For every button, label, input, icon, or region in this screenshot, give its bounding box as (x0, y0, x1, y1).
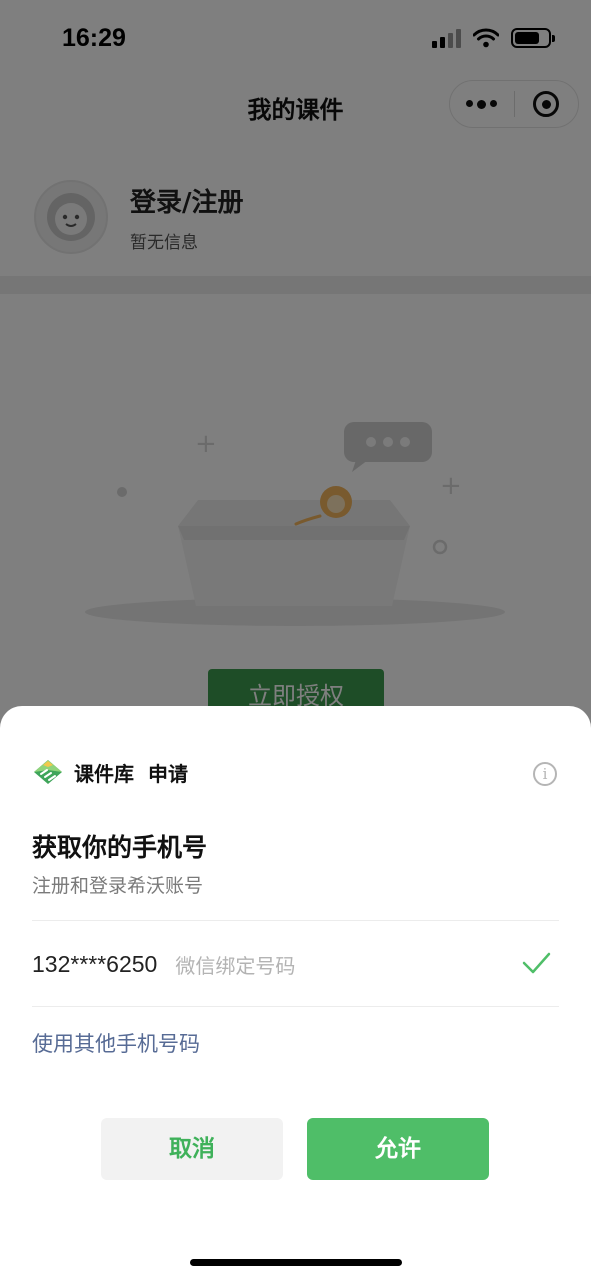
use-other-phone-link[interactable]: 使用其他手机号码 (32, 1028, 200, 1058)
cancel-button[interactable]: 取消 (101, 1118, 283, 1180)
divider (32, 920, 559, 921)
sheet-header: 课件库 申请 (32, 756, 188, 788)
app-name: 课件库 (74, 761, 134, 786)
phone-number: 132****6250 (32, 950, 158, 977)
divider (32, 1006, 559, 1007)
app-logo-icon (34, 760, 62, 784)
phone-option-row[interactable]: 132****6250 微信绑定号码 (32, 944, 559, 984)
check-icon (522, 952, 551, 974)
info-icon[interactable]: i (533, 762, 557, 786)
sheet-title: 获取你的手机号 (32, 833, 208, 862)
phone-note: 微信绑定号码 (175, 953, 296, 978)
home-indicator[interactable] (190, 1259, 402, 1266)
allow-button[interactable]: 允许 (307, 1118, 489, 1180)
request-label: 申请 (148, 761, 188, 786)
phone-permission-sheet: 课件库 申请 i 获取你的手机号 注册和登录希沃账号 132****6250 微… (0, 706, 591, 1280)
sheet-subtitle: 注册和登录希沃账号 (32, 875, 204, 897)
